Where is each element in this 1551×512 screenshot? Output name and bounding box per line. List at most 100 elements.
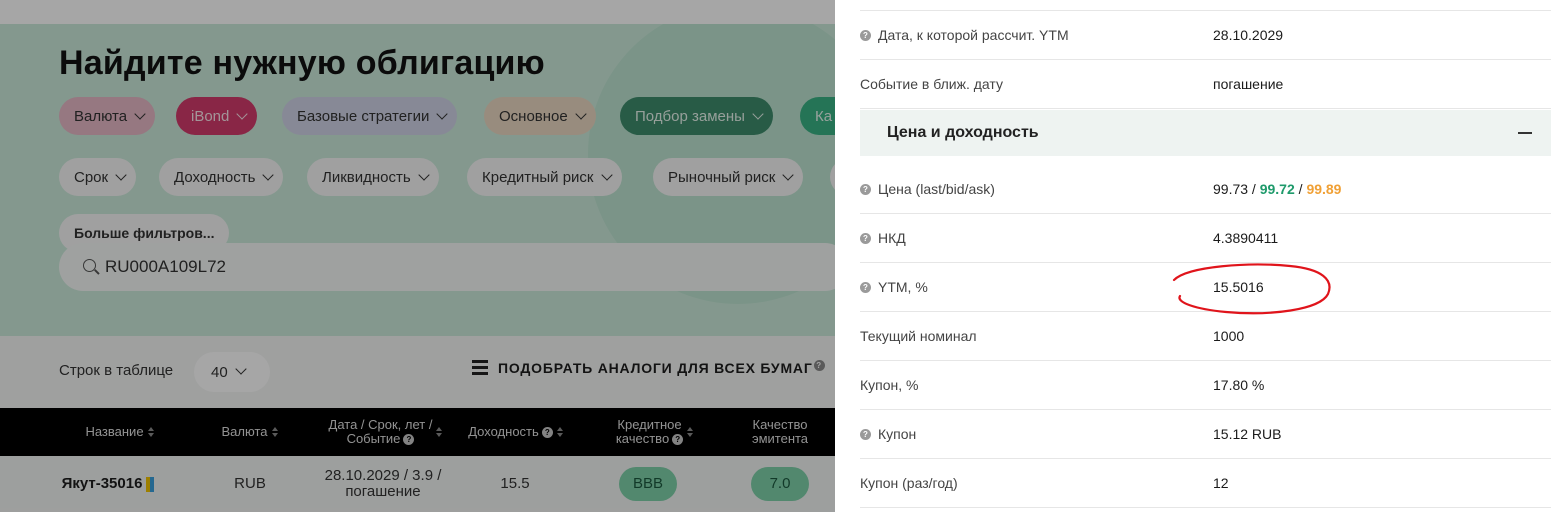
column-currency[interactable]: Валюта: [200, 408, 300, 456]
price-values: 99.73 / 99.72 / 99.89: [1213, 165, 1341, 213]
page-title: Найдите нужную облигацию: [59, 44, 545, 82]
cell-issuer: 7.0: [730, 456, 830, 512]
filter-yield[interactable]: Доходность: [159, 158, 284, 196]
detail-value: 15.12 RUB: [1213, 426, 1282, 442]
issuer-score-badge: 7.0: [751, 467, 809, 501]
chevron-down-icon: [108, 158, 136, 196]
rows-per-page-select[interactable]: 40: [194, 352, 270, 392]
search-box[interactable]: [59, 243, 835, 291]
chevron-down-icon: [229, 97, 257, 135]
detail-label: НКД: [878, 230, 906, 246]
column-date[interactable]: Дата / Срок, лет / Событие?: [316, 408, 456, 456]
detail-label: Цена (last/bid/ask): [878, 181, 995, 197]
column-label: Название: [85, 424, 144, 439]
column-yield[interactable]: Доходность?: [460, 408, 572, 456]
search-icon: [83, 259, 96, 272]
rows-per-page-label: Строк в таблице: [59, 362, 174, 379]
price-separator: /: [1294, 181, 1307, 197]
detail-value: 4.3890411: [1213, 230, 1279, 246]
chevron-down-icon: [255, 158, 283, 196]
find-analogs-button[interactable]: ПОДОБРАТЬ АНАЛОГИ ДЛЯ ВСЕХ БУМАГ ?: [472, 359, 825, 376]
price-bid: 99.72: [1259, 181, 1295, 197]
cell-name[interactable]: Якут-35016: [48, 456, 168, 512]
table-row[interactable]: Якут-35016 RUB 28.10.2029 / 3.9 /погашен…: [0, 456, 835, 512]
bond-name[interactable]: Якут-35016: [62, 476, 143, 492]
flag-icon: [146, 476, 155, 492]
cell-date: 28.10.2029 / 3.9 /погашение: [313, 456, 453, 512]
chevron-down-icon: [429, 97, 457, 135]
detail-value: 28.10.2029: [1213, 27, 1284, 43]
top-strip: [0, 0, 835, 24]
filter-label: Ка: [815, 107, 833, 125]
rows-per-page-value: 40: [211, 363, 228, 381]
cell-text: 28.10.2029 / 3.9 /: [324, 467, 442, 484]
detail-label: Событие в ближ. дату: [860, 76, 1003, 92]
section-title: Цена и доходность: [887, 124, 1039, 141]
column-label: Доходность: [468, 424, 539, 439]
detail-label: Купон (раз/год): [860, 475, 958, 491]
bond-search-page: Найдите нужную облигацию Валюта iBond Ба…: [0, 0, 835, 512]
chevron-down-icon: [127, 97, 155, 135]
detail-label: Текущий номинал: [860, 328, 977, 344]
column-issuer-quality[interactable]: Качество эмитента: [725, 408, 835, 456]
detail-row-accrued-interest: ? НКД 4.3890411: [860, 214, 1551, 263]
filter-label: iBond: [191, 107, 230, 125]
help-icon[interactable]: ?: [860, 281, 871, 293]
cell-text: погашение: [345, 483, 421, 500]
column-label: качество: [615, 431, 670, 446]
filter-credit-risk[interactable]: Кредитный риск: [467, 158, 622, 196]
column-label: Качество: [752, 417, 808, 432]
filter-base-strategies[interactable]: Базовые стратегии: [282, 97, 458, 135]
detail-label: Дата, к которой рассчит. YTM: [878, 27, 1069, 43]
column-name[interactable]: Название: [60, 408, 180, 456]
detail-label: Купон, %: [860, 377, 919, 393]
filter-ibond[interactable]: iBond: [176, 97, 258, 135]
detail-row-ytm-date: ? Дата, к которой рассчит. YTM 28.10.2029: [860, 11, 1551, 60]
detail-value: 15.5016: [1213, 279, 1264, 295]
chevron-down-icon: [775, 158, 803, 196]
detail-label: Купон: [878, 426, 917, 442]
table-header: Название Валюта Дата / Срок, лет / Событи…: [0, 408, 835, 456]
detail-row-coupon-frequency: Купон (раз/год) 12: [860, 459, 1551, 508]
column-credit-quality[interactable]: Кредитное качество?: [590, 408, 720, 456]
collapse-icon[interactable]: [1518, 132, 1532, 134]
help-icon[interactable]: ?: [541, 426, 553, 438]
search-input[interactable]: [105, 255, 805, 279]
price-last: 99.73: [1213, 181, 1249, 197]
help-icon[interactable]: ?: [860, 29, 871, 41]
price-separator: /: [1248, 181, 1260, 197]
help-icon[interactable]: ?: [860, 183, 871, 195]
filter-truncated[interactable]: Ка: [800, 97, 835, 135]
column-label: эмитента: [751, 431, 809, 446]
find-analogs-label: ПОДОБРАТЬ АНАЛОГИ ДЛЯ ВСЕХ БУМАГ: [498, 360, 813, 376]
filter-liquidity[interactable]: Ликвидность: [307, 158, 439, 196]
column-label: Событие: [346, 431, 401, 446]
help-icon[interactable]: ?: [860, 428, 871, 440]
filter-label: Валюта: [74, 107, 128, 125]
filter-label: Рыночный риск: [668, 168, 776, 186]
detail-row-price: ? Цена (last/bid/ask) 99.73 / 99.72 / 99.…: [860, 165, 1551, 214]
cell-credit: BBB: [598, 456, 698, 512]
section-price-yield[interactable]: Цена и доходность: [860, 110, 1551, 156]
sort-icon: [147, 427, 155, 437]
detail-row-coupon-percent: Купон, % 17.80 %: [860, 361, 1551, 410]
help-icon[interactable]: ?: [403, 434, 415, 446]
filter-currency[interactable]: Валюта: [59, 97, 156, 135]
column-label: Дата / Срок, лет /: [328, 417, 433, 432]
filter-term[interactable]: Срок: [59, 158, 137, 196]
list-icon: [472, 360, 488, 376]
filter-replacement[interactable]: Подбор замены: [620, 97, 773, 135]
detail-row-ytm: ? YTM, % 15.5016: [860, 263, 1551, 312]
detail-row-nominal: Текущий номинал 1000: [860, 312, 1551, 361]
filter-market-risk[interactable]: Рыночный риск: [653, 158, 804, 196]
help-icon[interactable]: ?: [813, 359, 825, 371]
sort-icon: [436, 427, 443, 437]
detail-value: 17.80 %: [1213, 377, 1265, 393]
help-icon[interactable]: ?: [672, 434, 684, 446]
detail-row-coupon: ? Купон 15.12 RUB: [860, 410, 1551, 459]
detail-value: 12: [1213, 475, 1229, 491]
price-ask: 99.89: [1306, 181, 1342, 197]
help-icon[interactable]: ?: [860, 232, 871, 244]
chevron-down-icon: [228, 352, 256, 392]
filter-main[interactable]: Основное: [484, 97, 596, 135]
